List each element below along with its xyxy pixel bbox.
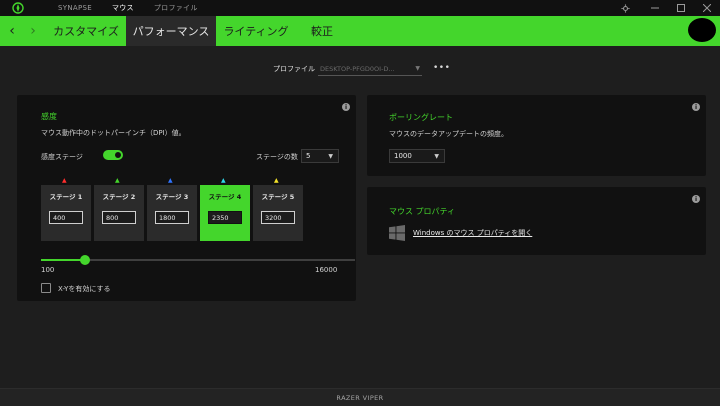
stage-tile[interactable]: ▲ ステージ 3 1800 xyxy=(147,177,197,241)
stage-count-dropdown[interactable]: 5 ▼ xyxy=(301,149,339,163)
chevron-down-icon: ▼ xyxy=(434,153,439,160)
device-name: RAZER VIPER xyxy=(336,393,384,402)
stage-name: ステージ 3 xyxy=(155,193,189,201)
dpi-slider-fill xyxy=(41,259,85,261)
minimize-icon[interactable] xyxy=(648,0,662,16)
xy-label: X-Yを有効にする xyxy=(58,285,111,293)
tab-calibration[interactable]: 較正 xyxy=(296,16,348,46)
sensitivity-stages-toggle[interactable] xyxy=(103,150,123,160)
polling-rate-title: ポーリングレート xyxy=(389,113,453,122)
info-icon[interactable]: i xyxy=(342,103,350,111)
close-icon[interactable] xyxy=(700,0,714,16)
device-footer: RAZER VIPER xyxy=(0,388,720,406)
profile-select-value: DESKTOP-PFGD0OI-D... xyxy=(320,65,395,73)
polling-rate-value: 1000 xyxy=(394,152,412,160)
profile-label: プロファイル xyxy=(273,65,315,73)
top-nav: SYNAPSE マウス プロファイル xyxy=(58,0,198,16)
info-icon[interactable]: i xyxy=(692,195,700,203)
tab-bar: ‹ › カスタマイズ パフォーマンス ライティング 較正 xyxy=(0,16,720,46)
stage-tile[interactable]: ▲ ステージ 2 800 xyxy=(94,177,144,241)
stage-dpi-input[interactable]: 2350 xyxy=(208,211,242,224)
stage-dpi-input[interactable]: 3200 xyxy=(261,211,295,224)
polling-rate-description: マウスのデータアップデートの頻度。 xyxy=(389,130,508,138)
stage-count-label: ステージの数 xyxy=(256,153,298,161)
profile-select[interactable]: DESKTOP-PFGD0OI-D... ▼ xyxy=(318,62,422,76)
slider-min-label: 100 xyxy=(41,266,55,274)
chevron-down-icon: ▼ xyxy=(415,65,420,72)
mouse-properties-title: マウス プロパティ xyxy=(389,207,456,216)
stage-color-indicator-icon: ▲ xyxy=(274,177,279,184)
maximize-icon[interactable] xyxy=(674,0,688,16)
sensitivity-stages-label: 感度ステージ xyxy=(41,153,83,161)
stage-name: ステージ 1 xyxy=(49,193,83,201)
chevron-down-icon: ▼ xyxy=(328,153,333,160)
title-bar: SYNAPSE マウス プロファイル xyxy=(0,0,720,16)
dpi-slider[interactable] xyxy=(41,255,355,265)
redaction-blob xyxy=(688,18,716,42)
polling-rate-card: i ポーリングレート マウスのデータアップデートの頻度。 1000 ▼ xyxy=(367,95,706,176)
dpi-slider-thumb[interactable] xyxy=(79,255,90,265)
more-options-icon[interactable]: ••• xyxy=(433,63,450,73)
top-nav-profiles[interactable]: プロファイル xyxy=(154,3,198,13)
stage-color-indicator-icon: ▲ xyxy=(168,177,173,184)
stage-color-indicator-icon: ▲ xyxy=(221,177,226,184)
stage-name: ステージ 5 xyxy=(261,193,295,201)
tab-performance[interactable]: パフォーマンス xyxy=(126,16,216,46)
sensitivity-title: 感度 xyxy=(41,112,57,121)
razer-logo-icon[interactable] xyxy=(12,2,24,14)
sensitivity-description: マウス動作中のドットパーインチ（DPI）値。 xyxy=(41,129,186,137)
settings-gear-icon[interactable] xyxy=(618,0,632,16)
tab-customize[interactable]: カスタマイズ xyxy=(46,16,126,46)
mouse-properties-card: i マウス プロパティ Windows のマウス プロパティを開く xyxy=(367,187,706,255)
top-nav-synapse[interactable]: SYNAPSE xyxy=(58,4,92,12)
stage-tile[interactable]: ▲ ステージ 1 400 xyxy=(41,177,91,241)
top-nav-mouse[interactable]: マウス xyxy=(112,3,134,13)
sensitivity-card: i 感度 マウス動作中のドットパーインチ（DPI）値。 感度ステージ ステージの… xyxy=(17,95,356,301)
stage-dpi-input[interactable]: 400 xyxy=(49,211,83,224)
back-arrow-icon[interactable]: ‹ xyxy=(5,16,19,46)
stage-dpi-input[interactable]: 800 xyxy=(102,211,136,224)
stage-color-indicator-icon: ▲ xyxy=(115,177,120,184)
stage-count-value: 5 xyxy=(306,152,311,160)
xy-checkbox[interactable] xyxy=(41,283,51,293)
windows-logo-icon xyxy=(389,225,405,241)
polling-rate-dropdown[interactable]: 1000 ▼ xyxy=(389,149,445,163)
forward-arrow-icon[interactable]: › xyxy=(26,16,40,46)
stage-dpi-input[interactable]: 1800 xyxy=(155,211,189,224)
info-icon[interactable]: i xyxy=(692,103,700,111)
stage-name: ステージ 4 xyxy=(208,193,242,201)
stage-tile[interactable]: ▲ ステージ 5 3200 xyxy=(253,177,303,241)
tab-lighting[interactable]: ライティング xyxy=(216,16,296,46)
stage-tile[interactable]: ▲ ステージ 4 2350 xyxy=(200,177,250,241)
stage-color-indicator-icon: ▲ xyxy=(62,177,67,184)
slider-max-label: 16000 xyxy=(315,266,338,274)
open-windows-mouse-properties-link[interactable]: Windows のマウス プロパティを開く xyxy=(413,228,532,238)
stage-name: ステージ 2 xyxy=(102,193,136,201)
